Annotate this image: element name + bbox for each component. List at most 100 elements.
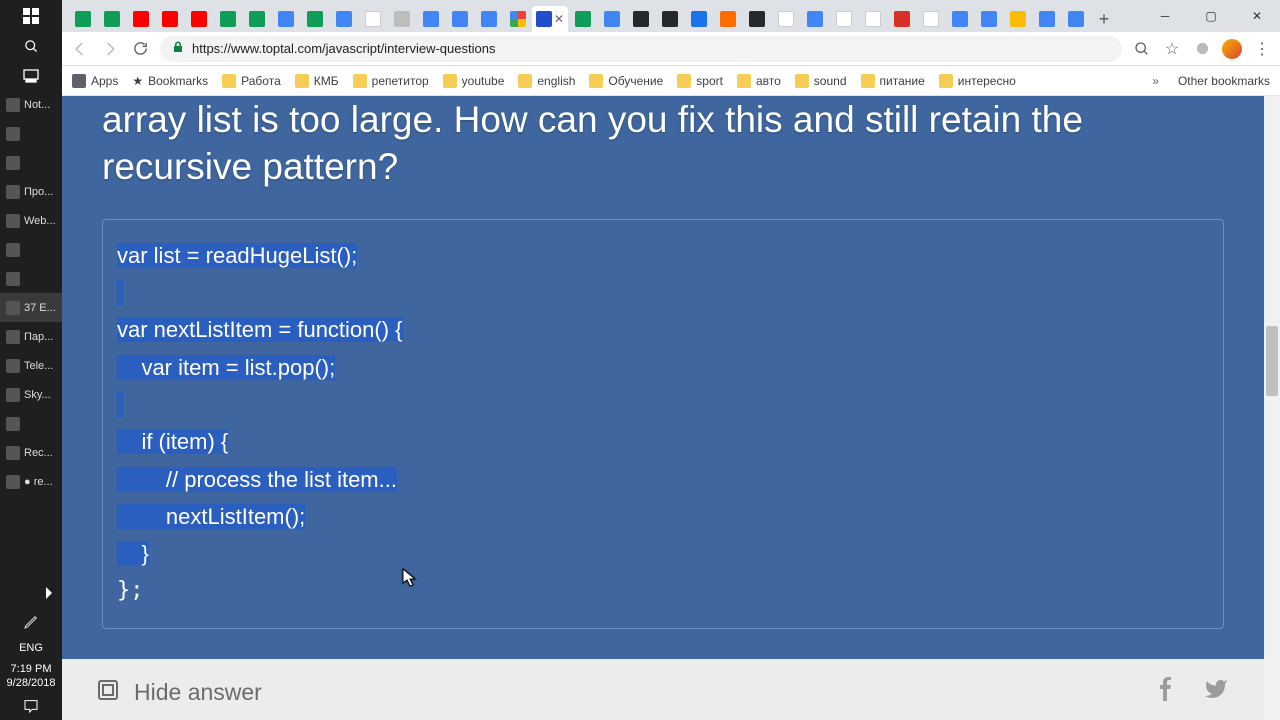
- browser-tab[interactable]: [242, 6, 271, 32]
- browser-tab[interactable]: [213, 6, 242, 32]
- browser-tab[interactable]: [329, 6, 358, 32]
- browser-tab[interactable]: [358, 6, 387, 32]
- language-indicator[interactable]: ENG: [0, 636, 62, 660]
- browser-tab[interactable]: [713, 6, 742, 32]
- browser-tab[interactable]: [503, 6, 532, 32]
- browser-tab[interactable]: [858, 6, 887, 32]
- tray-expand-icon[interactable]: [0, 579, 62, 607]
- browser-tab[interactable]: [916, 6, 945, 32]
- bookmark-star-icon[interactable]: ☆: [1162, 39, 1182, 59]
- browser-tab[interactable]: [1032, 6, 1061, 32]
- taskbar-app[interactable]: Not...: [0, 90, 62, 119]
- window-close-button[interactable]: ✕: [1234, 0, 1280, 32]
- bookmark-item[interactable]: youtube: [443, 74, 505, 88]
- pen-icon[interactable]: [0, 607, 62, 636]
- bookmark-item[interactable]: репетитор: [353, 74, 429, 88]
- bookmarks-overflow-icon[interactable]: »: [1152, 74, 1159, 88]
- taskbar-app[interactable]: Пар...: [0, 322, 62, 351]
- start-button[interactable]: [0, 0, 62, 32]
- browser-tab[interactable]: [655, 6, 684, 32]
- bookmark-item[interactable]: питание: [861, 74, 925, 88]
- favicon: [307, 11, 323, 27]
- extension-icon[interactable]: [1192, 39, 1212, 59]
- window-maximize-button[interactable]: ▢: [1188, 0, 1234, 32]
- taskbar-app[interactable]: ● re...: [0, 467, 62, 496]
- scrollbar-thumb[interactable]: [1266, 326, 1278, 396]
- tab-strip: ✕ + ─ ▢ ✕: [62, 0, 1280, 32]
- browser-tab[interactable]: [155, 6, 184, 32]
- browser-tab[interactable]: [887, 6, 916, 32]
- browser-tab[interactable]: [829, 6, 858, 32]
- browser-tab[interactable]: [97, 6, 126, 32]
- new-tab-button[interactable]: +: [1090, 6, 1118, 32]
- taskbar-app[interactable]: [0, 148, 62, 177]
- browser-tab[interactable]: [597, 6, 626, 32]
- apps-shortcut[interactable]: Apps: [72, 74, 118, 88]
- taskbar-app[interactable]: Tele...: [0, 351, 62, 380]
- browser-tab[interactable]: ✕: [532, 6, 568, 32]
- browser-tab[interactable]: [68, 6, 97, 32]
- bookmarks-folder[interactable]: ★Bookmarks: [132, 74, 208, 88]
- twitter-icon[interactable]: [1202, 677, 1230, 708]
- browser-tab[interactable]: [1061, 6, 1090, 32]
- profile-avatar[interactable]: [1222, 39, 1242, 59]
- browser-tab[interactable]: [684, 6, 713, 32]
- bookmark-item[interactable]: Обучение: [589, 74, 663, 88]
- facebook-icon[interactable]: [1154, 677, 1178, 708]
- browser-window: ✕ + ─ ▢ ✕ https://www.toptal.com/javascr…: [62, 0, 1280, 720]
- favicon: [575, 11, 591, 27]
- hide-answer-button[interactable]: Hide answer: [96, 678, 262, 708]
- taskbar-app[interactable]: [0, 264, 62, 293]
- browser-tab[interactable]: [416, 6, 445, 32]
- browser-tab[interactable]: [387, 6, 416, 32]
- browser-tab[interactable]: [1003, 6, 1032, 32]
- bookmark-item[interactable]: sport: [677, 74, 723, 88]
- browser-tab[interactable]: [771, 6, 800, 32]
- taskbar-app[interactable]: Web...: [0, 206, 62, 235]
- browser-tab[interactable]: [184, 6, 213, 32]
- bookmark-item[interactable]: КМБ: [295, 74, 339, 88]
- browser-tab[interactable]: [626, 6, 655, 32]
- other-bookmarks[interactable]: Other bookmarks: [1173, 74, 1270, 88]
- bookmark-item[interactable]: Работа: [222, 74, 281, 88]
- taskbar-app[interactable]: 37 E...: [0, 293, 62, 322]
- bookmark-item[interactable]: sound: [795, 74, 847, 88]
- bookmark-item[interactable]: авто: [737, 74, 781, 88]
- forward-button[interactable]: [100, 39, 120, 59]
- browser-tab[interactable]: [300, 6, 329, 32]
- browser-tab[interactable]: [742, 6, 771, 32]
- browser-tab[interactable]: [445, 6, 474, 32]
- clock[interactable]: 7:19 PM 9/28/2018: [0, 660, 62, 692]
- taskbar-app[interactable]: [0, 119, 62, 148]
- browser-tab[interactable]: [271, 6, 300, 32]
- lock-icon: [172, 41, 184, 56]
- browser-tab[interactable]: [126, 6, 155, 32]
- menu-icon[interactable]: ⋮: [1252, 39, 1272, 59]
- taskbar-app[interactable]: Sky...: [0, 380, 62, 409]
- zoom-icon[interactable]: [1132, 39, 1152, 59]
- notifications-icon[interactable]: [0, 692, 62, 720]
- bookmark-item[interactable]: english: [518, 74, 575, 88]
- task-view-icon[interactable]: [0, 61, 62, 90]
- search-icon[interactable]: [0, 32, 62, 61]
- browser-tab[interactable]: [568, 6, 597, 32]
- bookmark-item[interactable]: интересно: [939, 74, 1016, 88]
- window-minimize-button[interactable]: ─: [1142, 0, 1188, 32]
- taskbar-app[interactable]: [0, 235, 62, 264]
- folder-icon: [737, 74, 751, 88]
- taskbar-app[interactable]: Rec...: [0, 438, 62, 467]
- taskbar-app[interactable]: Про...: [0, 177, 62, 206]
- folder-icon: [518, 74, 532, 88]
- browser-tab[interactable]: [800, 6, 829, 32]
- code-block[interactable]: var list = readHugeList(); var nextListI…: [102, 219, 1224, 629]
- browser-tab[interactable]: [474, 6, 503, 32]
- reload-button[interactable]: [130, 39, 150, 59]
- browser-tab[interactable]: [974, 6, 1003, 32]
- scrollbar[interactable]: [1264, 96, 1280, 720]
- close-icon[interactable]: ✕: [554, 12, 564, 26]
- question-text: array list is too large. How can you fix…: [102, 96, 1224, 191]
- taskbar-app[interactable]: [0, 409, 62, 438]
- browser-tab[interactable]: [945, 6, 974, 32]
- back-button[interactable]: [70, 39, 90, 59]
- url-field[interactable]: https://www.toptal.com/javascript/interv…: [160, 36, 1122, 62]
